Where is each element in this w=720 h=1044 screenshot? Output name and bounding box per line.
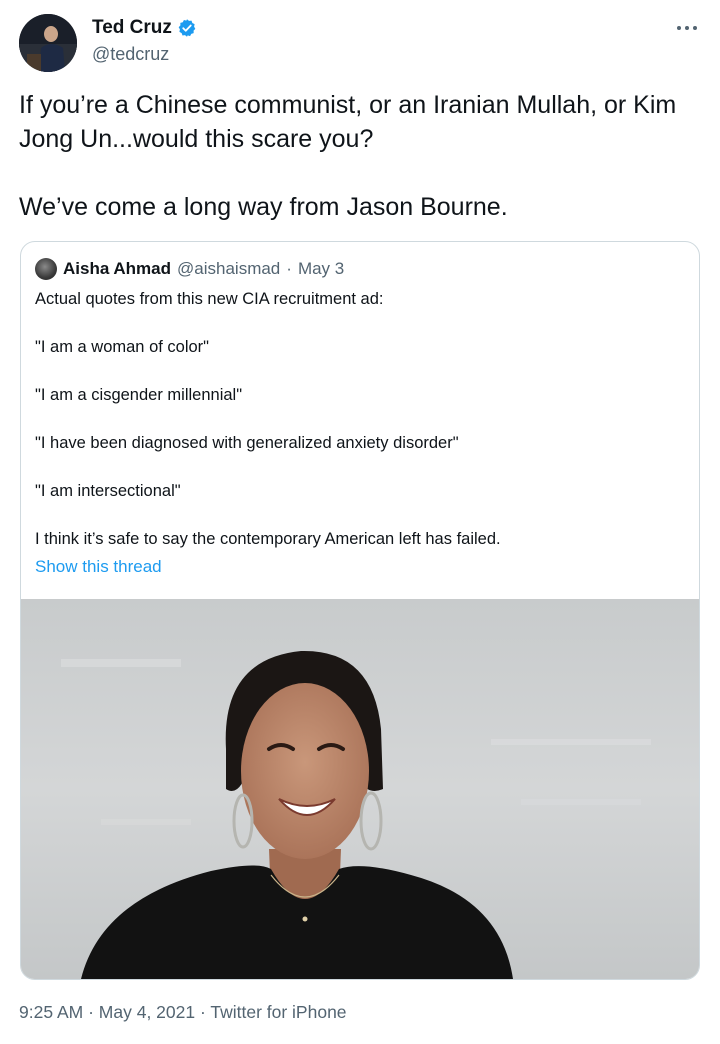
- meta-separator: ·: [199, 1002, 206, 1022]
- quote-author-name: Aisha Ahmad: [63, 259, 172, 278]
- tweet: Ted Cruz @tedcruz If you’re a Chinese co…: [0, 0, 720, 1044]
- quote-author-handle: @aishaismad: [177, 259, 281, 278]
- quote-author-avatar: [35, 258, 57, 280]
- quote-header: Aisha Ahmad @aishaismad · May 3: [35, 258, 344, 280]
- meta-separator: ·: [88, 1002, 94, 1022]
- quote-line: "I have been diagnosed with generalized …: [35, 434, 459, 452]
- quote-tweet-card[interactable]: Aisha Ahmad @aishaismad · May 3 Actual q…: [20, 241, 700, 980]
- verified-badge-icon: [177, 18, 197, 38]
- tweet-time[interactable]: 9:25 AM: [19, 1002, 83, 1022]
- tweet-meta: 9:25 AM · May 4, 2021 · Twitter for iPho…: [19, 1002, 347, 1023]
- quote-date: May 3: [297, 259, 345, 278]
- tweet-source[interactable]: Twitter for iPhone: [210, 1002, 346, 1022]
- tweet-paragraph: If you’re a Chinese communist, or an Ira…: [19, 91, 677, 153]
- author-avatar[interactable]: [19, 14, 77, 72]
- quote-media-image[interactable]: [21, 599, 699, 979]
- quote-line: "I am a woman of color": [35, 338, 210, 356]
- author-handle[interactable]: @tedcruz: [92, 44, 169, 65]
- quote-line: "I am a cisgender millennial": [35, 386, 243, 404]
- tweet-paragraph: We’ve come a long way from Jason Bourne.: [19, 193, 508, 221]
- tweet-date[interactable]: May 4, 2021: [99, 1002, 195, 1022]
- quote-line: "I am intersectional": [35, 482, 181, 500]
- author-name[interactable]: Ted Cruz: [92, 17, 172, 39]
- tweet-text: If you’re a Chinese communist, or an Ira…: [19, 88, 709, 224]
- more-icon[interactable]: [672, 18, 702, 38]
- quote-line: Actual quotes from this new CIA recruitm…: [35, 290, 384, 308]
- quote-line: I think it’s safe to say the contemporar…: [35, 530, 501, 548]
- show-thread-link[interactable]: Show this thread: [35, 557, 162, 577]
- quote-separator: ·: [286, 259, 292, 278]
- quote-text: Actual quotes from this new CIA recruitm…: [35, 288, 685, 550]
- author-name-row: Ted Cruz: [92, 17, 197, 39]
